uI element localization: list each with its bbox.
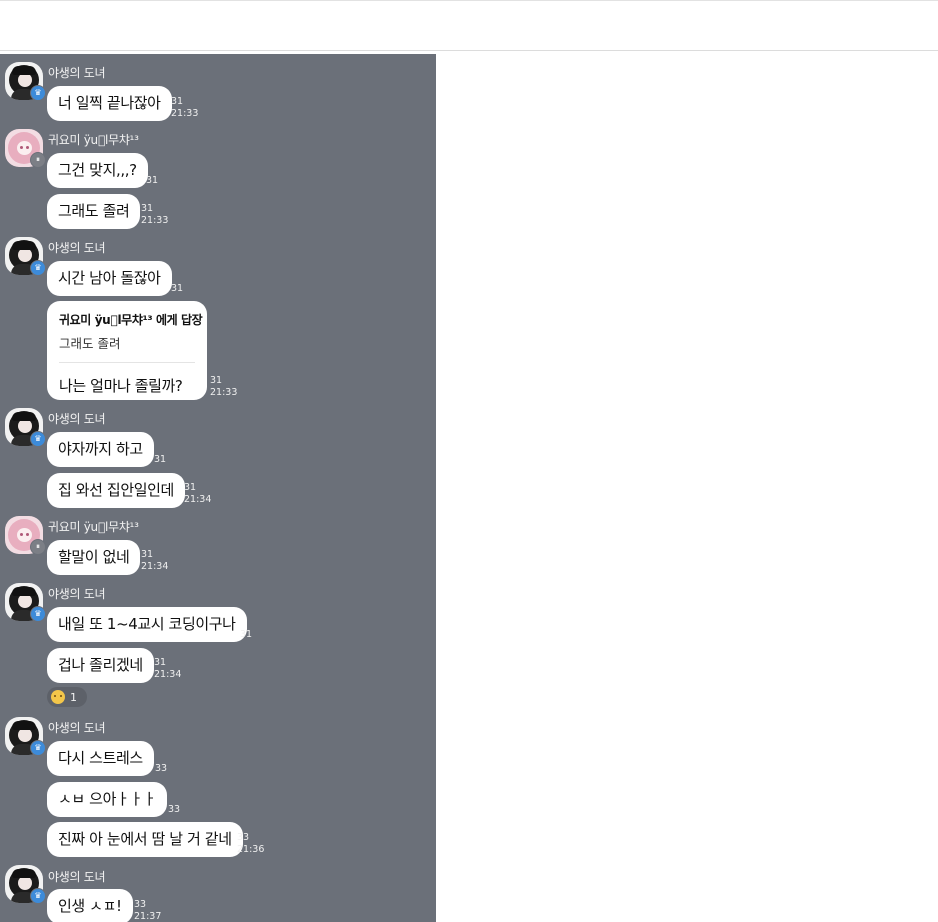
top-bar [0,0,938,51]
message-meta: 31 [154,454,166,466]
avatar[interactable]: ♛ [5,583,46,622]
sender-name: 야생의 도녀 [48,587,106,601]
avatar[interactable]: ⏸ [5,516,46,555]
message-time: 21:33 [171,108,199,119]
message-meta: 31 21:33 [210,375,237,399]
read-count: 31 [240,629,253,640]
message-meta: 33 21:36 [237,832,264,856]
message-time: 21:34 [141,561,169,572]
crown-icon: ♛ [30,888,46,904]
message-meta: 33 21:37 [134,899,161,922]
read-count: 31 [171,283,184,294]
sender-name: 야생의 도녀 [48,241,106,255]
read-count: 33 [134,899,147,910]
message-time: 21:33 [141,215,169,226]
message-bubble[interactable]: 집 와선 집안일인데 [47,473,185,508]
crown-icon: ♛ [30,606,46,622]
message-bubble[interactable]: 진짜 아 눈에서 땀 날 거 같네 [47,822,243,857]
message-meta: 31 21:34 [141,549,168,573]
sad-face-emoji [51,690,65,704]
message-bubble[interactable]: 너 일찍 끝나잖아 [47,86,172,121]
reaction-count: 1 [70,690,77,704]
read-count: 33 [237,832,250,843]
read-count: 31 [141,549,154,560]
message-meta: 31 21:33 [141,203,168,227]
chat-area[interactable]: ♛ 야생의 도녀 너 일찍 끝나잖아 31 21:33 ⏸ 귀요미 ÿu⃝l무챠… [0,54,436,922]
sender-name: 야생의 도녀 [48,721,106,735]
message-meta: 31 21:34 [154,657,181,681]
avatar[interactable]: ♛ [5,237,46,276]
sender-name: 귀요미 ÿu⃝l무챠¹³ [48,133,139,147]
sender-name: 야생의 도녀 [48,412,106,426]
message-time: 21:37 [134,911,162,922]
crown-icon: ♛ [30,431,46,447]
reply-bubble[interactable]: 귀요미 ÿu⃝l무챠¹³ 에게 답장 그래도 졸려 나는 얼마나 졸릴까? [47,301,207,400]
message-meta: 31 [240,629,252,641]
manager-icon: ⏸ [30,539,46,555]
read-count: 31 [171,96,184,107]
crown-icon: ♛ [30,260,46,276]
avatar[interactable]: ♛ [5,865,46,904]
message-bubble[interactable]: ㅅㅂ 으아ㅏㅏㅏ [47,782,168,817]
read-count: 31 [154,657,167,668]
message-meta: 31 [146,175,158,187]
message-bubble[interactable]: 할말이 없네 [47,540,141,575]
message-bubble[interactable]: 시간 남아 돌잖아 [47,261,172,296]
message-time: 21:34 [184,494,212,505]
reply-text: 나는 얼마나 졸릴까? [59,377,183,395]
message-bubble[interactable]: 그래도 졸려 [47,194,141,229]
message-meta: 31 21:34 [184,482,211,506]
message-time: 21:36 [237,844,265,855]
message-bubble[interactable]: 겁나 졸리겠네 [47,648,154,683]
read-count: 31 [146,175,159,186]
read-count: 33 [168,804,181,815]
read-count: 31 [154,454,167,465]
manager-icon: ⏸ [30,152,46,168]
message-meta: 33 [168,804,180,816]
reply-quote: 그래도 졸려 [59,336,121,351]
sender-name: 야생의 도녀 [48,870,106,884]
avatar[interactable]: ♛ [5,62,46,101]
avatar[interactable]: ⏸ [5,129,46,168]
reaction-chip[interactable]: 1 [47,687,87,707]
message-bubble[interactable]: 다시 스트레스 [47,741,154,776]
reply-target: 귀요미 ÿu⃝l무챠¹³ 에게 답장 [59,313,203,327]
reply-divider [59,362,195,363]
message-time: 21:33 [210,387,238,398]
message-bubble[interactable]: 그건 맞지,,,? [47,153,148,188]
message-bubble[interactable]: 야자까지 하고 [47,432,154,467]
message-bubble[interactable]: 내일 또 1~4교시 코딩이구나 [47,607,247,642]
read-count: 31 [210,375,223,386]
avatar[interactable]: ♛ [5,717,46,756]
read-count: 31 [141,203,154,214]
message-time: 21:34 [154,669,182,680]
read-count: 33 [155,763,168,774]
read-count: 31 [184,482,197,493]
message-bubble[interactable]: 인생 ㅅㅍ! [47,889,133,922]
message-meta: 31 [171,283,183,295]
sender-name: 귀요미 ÿu⃝l무챠¹³ [48,520,139,534]
crown-icon: ♛ [30,85,46,101]
crown-icon: ♛ [30,740,46,756]
message-meta: 33 [155,763,167,775]
sender-name: 야생의 도녀 [48,66,106,80]
avatar[interactable]: ♛ [5,408,46,447]
message-meta: 31 21:33 [171,96,198,120]
